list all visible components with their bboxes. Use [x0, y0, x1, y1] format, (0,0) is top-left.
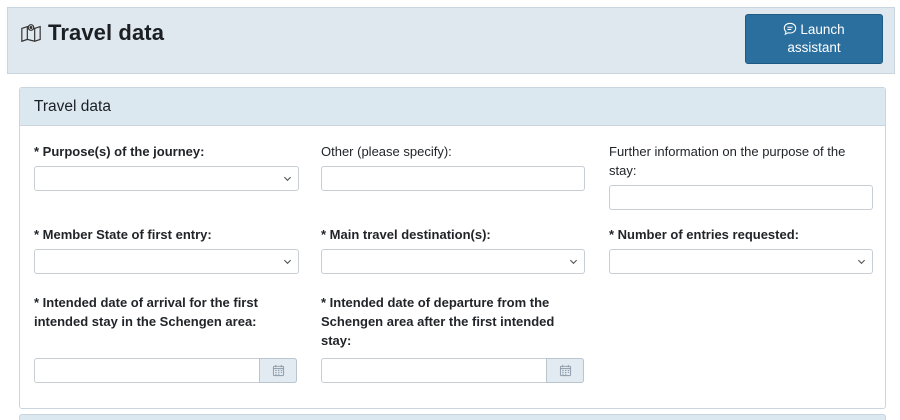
arrival-label: * Intended date of arrival for the first… [34, 295, 258, 329]
chat-bubble-icon [784, 22, 797, 36]
further-info-field: Further information on the purpose of th… [609, 142, 873, 180]
arrival-date-input[interactable] [34, 358, 297, 383]
departure-field: * Intended date of departure from the Sc… [321, 293, 576, 350]
destination-label: * Main travel destination(s): [321, 227, 491, 242]
departure-label: * Intended date of departure from the Sc… [321, 295, 555, 348]
map-icon [21, 24, 41, 43]
chevron-down-icon [283, 259, 292, 265]
chevron-down-icon [857, 259, 866, 265]
member-state-field: * Member State of first entry: [34, 225, 299, 244]
departure-calendar-button[interactable] [546, 358, 584, 383]
purpose-label: * Purpose(s) of the journey: [34, 144, 205, 159]
page-header: Travel data Launch assistant [7, 7, 895, 74]
further-info-input[interactable] [609, 185, 873, 210]
launch-assistant-button[interactable]: Launch assistant [745, 14, 883, 64]
destination-field: * Main travel destination(s): [321, 225, 585, 244]
destination-select[interactable] [321, 249, 585, 274]
entries-select[interactable] [609, 249, 873, 274]
member-state-select[interactable] [34, 249, 299, 274]
purpose-field: * Purpose(s) of the journey: [34, 142, 299, 161]
entries-field: * Number of entries requested: [609, 225, 873, 244]
member-state-label: * Member State of first entry: [34, 227, 212, 242]
page-title: Travel data [48, 20, 165, 45]
calendar-icon [272, 364, 284, 377]
travel-data-card: Travel data * Purpose(s) of the journey:… [19, 87, 886, 409]
arrival-field: * Intended date of arrival for the first… [34, 293, 289, 331]
other-label: Other (please specify): [321, 144, 452, 159]
launch-assistant-line1: Launch [800, 22, 845, 37]
chevron-down-icon [283, 176, 292, 182]
chevron-down-icon [569, 259, 578, 265]
card-header: Travel data [20, 88, 885, 126]
entries-label: * Number of entries requested: [609, 227, 799, 242]
other-input[interactable] [321, 166, 585, 191]
next-section-header [19, 414, 886, 420]
launch-assistant-line2: assistant [787, 40, 841, 55]
card-title: Travel data [34, 97, 111, 115]
further-info-label: Further information on the purpose of th… [609, 144, 846, 178]
departure-date-input[interactable] [321, 358, 584, 383]
other-field: Other (please specify): [321, 142, 585, 161]
calendar-icon [559, 364, 571, 377]
arrival-calendar-button[interactable] [259, 358, 297, 383]
purpose-select[interactable] [34, 166, 299, 191]
page-title-group: Travel data [20, 20, 164, 46]
